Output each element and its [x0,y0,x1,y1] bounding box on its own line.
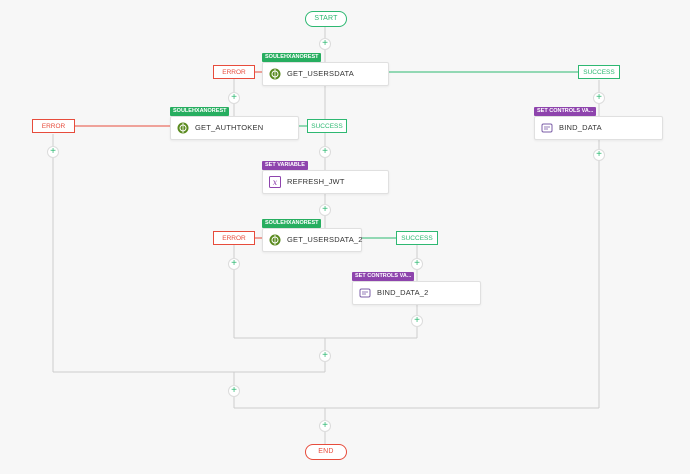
node-label: BIND_DATA_2 [377,288,429,297]
add-step-button[interactable]: + [593,92,605,104]
node-type-badge: SET CONTROLS VA... [352,272,415,281]
add-step-button[interactable]: + [411,258,423,270]
add-step-button[interactable]: + [319,146,331,158]
node-get-authtoken[interactable]: SOULEHXANOREST GET_AUTHTOKEN [170,107,299,140]
node-label: GET_USERSDATA [287,69,354,78]
node-bind-data[interactable]: SET CONTROLS VA... BIND_DATA [534,107,663,140]
error-branch-get-usersdata[interactable]: ERROR [213,65,255,79]
node-type-badge: SOULEHXANOREST [262,219,322,228]
node-label: GET_AUTHTOKEN [195,123,264,132]
rest-api-icon [177,122,189,134]
add-step-button[interactable]: + [319,38,331,50]
set-controls-icon [359,288,371,298]
node-get-usersdata-2[interactable]: SOULEHXANOREST GET_USERSDATA_2 [262,219,363,252]
node-type-badge: SET CONTROLS VA... [534,107,597,116]
svg-text:x: x [273,178,278,187]
start-node[interactable]: START [305,11,347,27]
success-branch-get-authtoken[interactable]: SUCCESS [307,119,347,133]
variable-icon: x [269,176,281,188]
add-step-button[interactable]: + [319,420,331,432]
add-step-button[interactable]: + [319,350,331,362]
add-step-button[interactable]: + [228,258,240,270]
node-bind-data-2[interactable]: SET CONTROLS VA... BIND_DATA_2 [352,272,481,305]
node-get-usersdata[interactable]: SOULEHXANOREST GET_USERSDATA [262,53,389,86]
set-controls-icon [541,123,553,133]
add-step-button[interactable]: + [411,315,423,327]
node-label: REFRESH_JWT [287,177,345,186]
add-step-button[interactable]: + [47,146,59,158]
end-node[interactable]: END [305,444,347,460]
flow-canvas: START END ERROR SUCCESS ERROR SUCCESS ER… [0,0,690,474]
rest-api-icon [269,234,281,246]
node-refresh-jwt[interactable]: SET VARIABLE x REFRESH_JWT [262,161,389,194]
node-type-badge: SOULEHXANOREST [170,107,230,116]
add-step-button[interactable]: + [593,149,605,161]
node-type-badge: SET VARIABLE [262,161,308,170]
add-step-button[interactable]: + [228,385,240,397]
success-branch-get-usersdata[interactable]: SUCCESS [578,65,620,79]
error-branch-get-usersdata-2[interactable]: ERROR [213,231,255,245]
node-type-badge: SOULEHXANOREST [262,53,322,62]
rest-api-icon [269,68,281,80]
node-label: GET_USERSDATA_2 [287,235,363,244]
add-step-button[interactable]: + [319,204,331,216]
error-branch-get-authtoken[interactable]: ERROR [32,119,75,133]
node-label: BIND_DATA [559,123,602,132]
success-branch-get-usersdata-2[interactable]: SUCCESS [396,231,438,245]
add-step-button[interactable]: + [228,92,240,104]
